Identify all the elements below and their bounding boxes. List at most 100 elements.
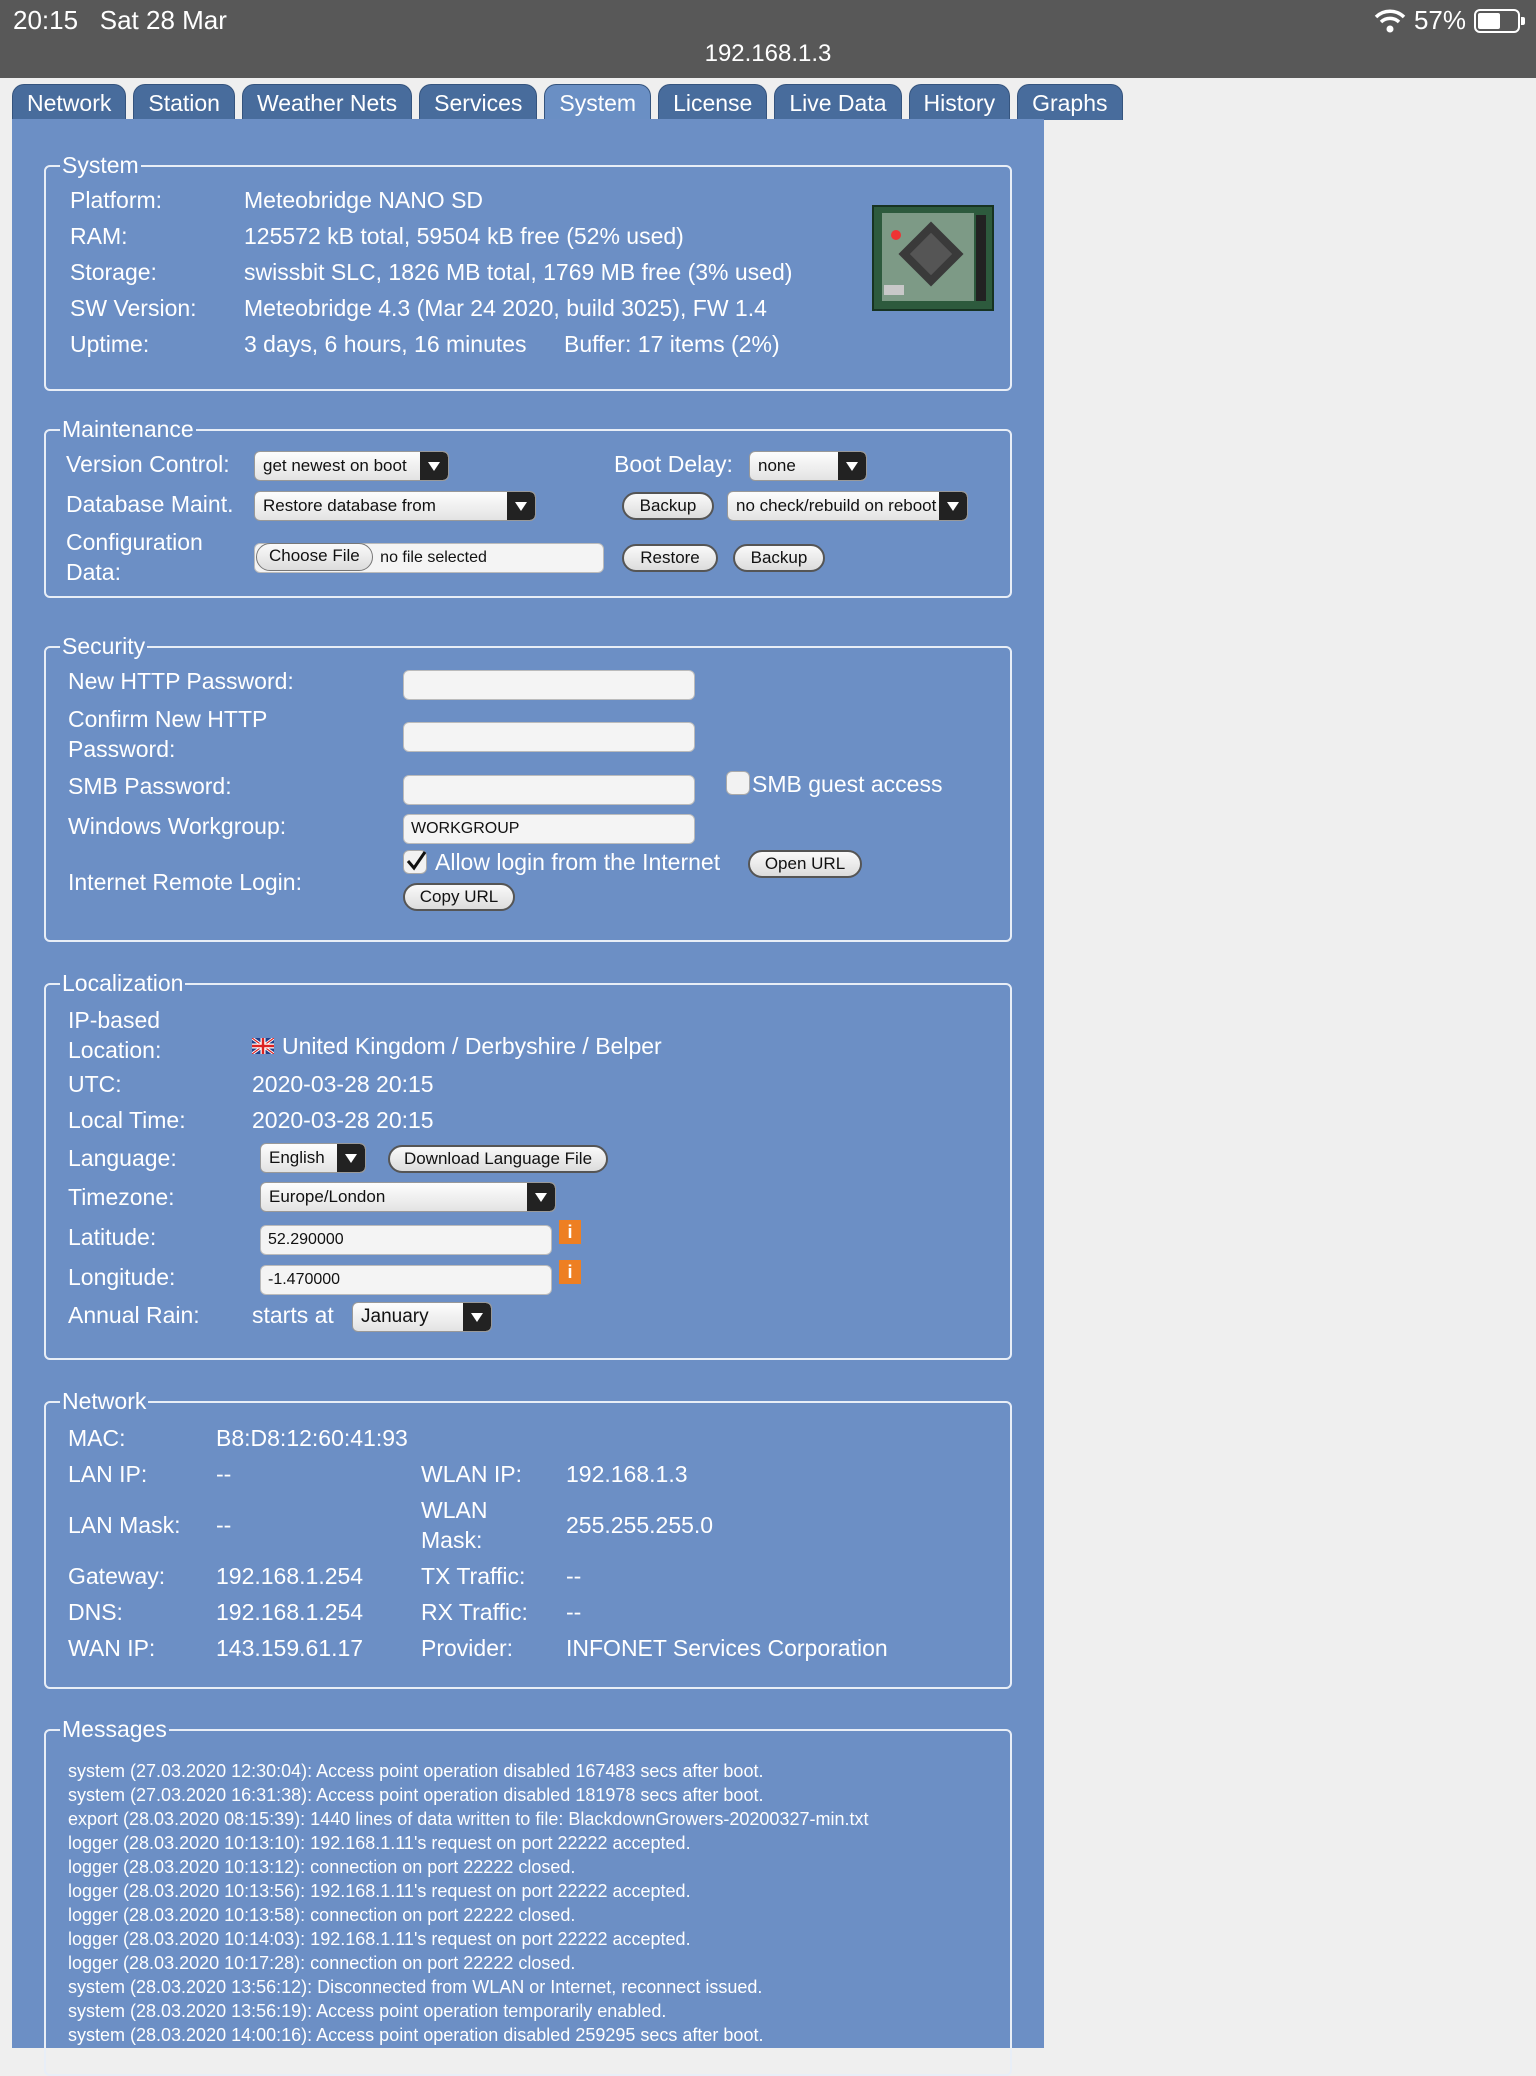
database-maint-select[interactable]: Restore database from — [254, 491, 536, 521]
uptime-value: 3 days, 6 hours, 16 minutes — [244, 331, 527, 357]
tab-weather-nets[interactable]: Weather Nets — [241, 84, 413, 120]
tx-traffic-value: -- — [566, 1563, 582, 1589]
chevron-down-icon — [420, 452, 448, 480]
new-password-field[interactable] — [403, 670, 695, 700]
sw-version-label: SW Version: — [70, 295, 197, 321]
message-line: logger (28.03.2020 10:13:10): 192.168.1.… — [68, 1833, 691, 1853]
utc-label: UTC: — [68, 1071, 122, 1097]
browser-top-bar: 20:15 Sat 28 Mar 57% 192.168.1.3 — [0, 0, 1536, 78]
workgroup-value: WORKGROUP — [411, 820, 520, 837]
remote-login-label: Internet Remote Login: — [68, 869, 302, 895]
tab-network[interactable]: Network — [12, 84, 127, 120]
messages-log[interactable]: system (27.03.2020 12:30:04): Access poi… — [68, 1759, 868, 2047]
smb-password-label: SMB Password: — [68, 773, 232, 799]
utc-value: 2020-03-28 20:15 — [252, 1071, 434, 1097]
smb-guest-checkbox[interactable] — [726, 771, 750, 795]
boot-delay-select[interactable]: none — [749, 451, 867, 481]
wan-ip-value: 143.159.61.17 — [216, 1635, 364, 1661]
download-language-button[interactable]: Download Language File — [388, 1145, 608, 1173]
battery-percent: 57% — [1413, 5, 1466, 35]
rain-month-value: January — [361, 1306, 429, 1327]
dns-label: DNS: — [68, 1599, 123, 1625]
latitude-info-icon[interactable]: i — [559, 1220, 581, 1244]
latitude-field[interactable]: 52.290000 — [260, 1225, 552, 1255]
message-line: logger (28.03.2020 10:14:03): 192.168.1.… — [68, 1929, 691, 1949]
config-backup-button[interactable]: Backup — [733, 544, 825, 572]
version-control-select[interactable]: get newest on boot — [254, 451, 449, 481]
local-time-label: Local Time: — [68, 1107, 186, 1133]
tab-system[interactable]: System — [544, 84, 652, 120]
choose-file-button[interactable]: Choose File — [256, 543, 373, 571]
tab-graphs[interactable]: Graphs — [1017, 84, 1123, 120]
smb-guest-label: SMB guest access — [752, 771, 943, 797]
ram-label: RAM: — [70, 223, 128, 249]
mac-value: B8:D8:12:60:41:93 — [216, 1425, 408, 1451]
url-bar[interactable]: 192.168.1.3 — [0, 40, 1536, 68]
wlan-mask-value: 255.255.255.0 — [566, 1512, 714, 1538]
message-line: export (28.03.2020 08:15:39): 1440 lines… — [68, 1809, 869, 1829]
latitude-label: Latitude: — [68, 1224, 157, 1250]
message-line: logger (28.03.2020 10:13:58): connection… — [68, 1905, 576, 1925]
gateway-value: 192.168.1.254 — [216, 1563, 364, 1589]
tab-services[interactable]: Services — [419, 84, 538, 120]
lan-mask-label: LAN Mask: — [68, 1512, 181, 1538]
message-line: logger (28.03.2020 10:17:28): connection… — [68, 1953, 576, 1973]
chevron-down-icon — [463, 1303, 491, 1331]
language-value: English — [269, 1148, 325, 1167]
lan-ip-label: LAN IP: — [68, 1461, 148, 1487]
rx-traffic-label: RX Traffic: — [421, 1599, 528, 1625]
message-line: system (27.03.2020 12:30:04): Access poi… — [68, 1761, 764, 1781]
section-title: Maintenance — [62, 416, 194, 442]
tab-live-data[interactable]: Live Data — [774, 84, 902, 120]
language-label: Language: — [68, 1145, 177, 1171]
boot-delay-value: none — [758, 456, 796, 475]
timezone-select[interactable]: Europe/London — [260, 1182, 556, 1212]
tab-license[interactable]: License — [658, 84, 768, 120]
longitude-info-icon[interactable]: i — [559, 1260, 581, 1284]
ip-location-label: IP-based Location: — [68, 1007, 162, 1063]
system-section: System Platform: Meteobridge NANO SD RAM… — [44, 152, 1012, 391]
messages-section: Messages system (27.03.2020 12:30:04): A… — [44, 1716, 1012, 2076]
language-select[interactable]: English — [260, 1143, 366, 1173]
copy-url-button[interactable]: Copy URL — [403, 883, 515, 911]
section-title: Localization — [62, 970, 184, 996]
tab-history[interactable]: History — [908, 84, 1011, 120]
ip-location-value: United Kingdom / Derbyshire / Belper — [282, 1033, 662, 1059]
checkmark-icon — [406, 851, 427, 871]
longitude-label: Longitude: — [68, 1264, 176, 1290]
section-title: System — [62, 152, 139, 178]
section-title: Messages — [62, 1716, 167, 1742]
wlan-mask-label: WLAN Mask: — [421, 1497, 488, 1553]
message-line: logger (28.03.2020 10:13:56): 192.168.1.… — [68, 1881, 691, 1901]
date: Sat 28 Mar — [99, 5, 227, 35]
open-url-button[interactable]: Open URL — [748, 850, 862, 878]
platform-label: Platform: — [70, 187, 163, 213]
storage-label: Storage: — [70, 259, 157, 285]
chevron-down-icon — [838, 452, 866, 480]
confirm-password-field[interactable] — [403, 722, 695, 752]
message-line: logger (28.03.2020 10:13:12): connection… — [68, 1857, 576, 1877]
wlan-ip-label: WLAN IP: — [421, 1461, 522, 1487]
tab-station[interactable]: Station — [133, 84, 235, 120]
workgroup-label: Windows Workgroup: — [68, 813, 287, 839]
db-check-select[interactable]: no check/rebuild on reboot — [727, 491, 968, 521]
workgroup-field[interactable]: WORKGROUP — [403, 814, 695, 844]
allow-login-checkbox[interactable] — [403, 850, 427, 874]
clock: 20:15 — [13, 5, 79, 35]
longitude-value: -1.470000 — [268, 1271, 341, 1288]
uptime-label: Uptime: — [70, 331, 150, 357]
mac-label: MAC: — [68, 1425, 126, 1451]
config-restore-button[interactable]: Restore — [622, 544, 718, 572]
timezone-label: Timezone: — [68, 1184, 175, 1210]
database-backup-button[interactable]: Backup — [622, 492, 714, 520]
rain-month-select[interactable]: January — [352, 1302, 492, 1332]
db-check-value: no check/rebuild on reboot — [736, 496, 937, 515]
platform-value: Meteobridge NANO SD — [244, 187, 484, 213]
smb-password-field[interactable] — [403, 775, 695, 805]
config-file-input[interactable]: Choose File no file selected — [254, 543, 604, 573]
latitude-value: 52.290000 — [268, 1231, 344, 1248]
message-line: system (28.03.2020 13:56:19): Access poi… — [68, 2001, 667, 2021]
sw-version-value: Meteobridge 4.3 (Mar 24 2020, build 3025… — [244, 295, 767, 321]
longitude-field[interactable]: -1.470000 — [260, 1265, 552, 1295]
message-line: system (28.03.2020 14:00:16): Access poi… — [68, 2025, 764, 2045]
